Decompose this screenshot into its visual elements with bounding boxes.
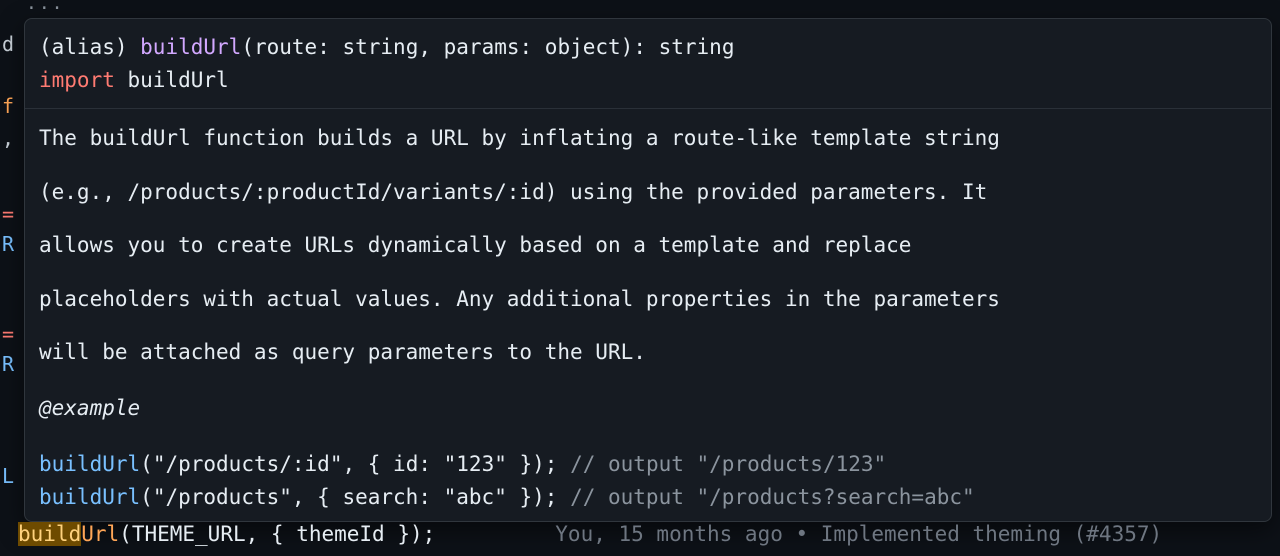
code-fn-rest: Url: [81, 522, 119, 546]
ex-val: "abc": [444, 485, 507, 509]
sig-colon: :: [317, 35, 342, 59]
code-arg1: THEME_URL: [132, 522, 246, 546]
ex-str: "/products": [153, 485, 292, 509]
gutter-char: R: [2, 348, 14, 380]
gutter-char: ,: [2, 122, 14, 154]
hover-tooltip[interactable]: (alias) buildUrl(route: string, params: …: [24, 18, 1272, 522]
example-tag: @example: [39, 393, 1257, 425]
sig-type-string: string: [342, 35, 418, 59]
sig-ret-colon: :: [633, 35, 658, 59]
gutter-char: =: [2, 318, 14, 350]
sig-type-object: object: [545, 35, 621, 59]
import-line: import buildUrl: [39, 64, 1257, 97]
sig-func-name: buildUrl: [140, 35, 241, 59]
code-fn-highlight: build: [18, 522, 81, 546]
code-arg2: themeId: [296, 522, 385, 546]
ex-comment: // output "/products?search=abc": [557, 485, 974, 509]
doc-line: will be attached as query parameters to …: [39, 337, 1257, 369]
doc-line: placeholders with actual values. Any add…: [39, 284, 1257, 316]
gutter-char: R: [2, 228, 14, 260]
ex-fn: buildUrl: [39, 452, 140, 476]
gutter-char: L: [2, 460, 14, 492]
example-line: buildUrl("/products/:id", { id: "123" })…: [39, 448, 1257, 481]
signature-line: (alias) buildUrl(route: string, params: …: [39, 31, 1257, 64]
sig-param-route: route: [254, 35, 317, 59]
sig-colon: :: [520, 35, 545, 59]
fold-indicator[interactable]: ···: [26, 0, 65, 19]
sig-ret-type: string: [659, 35, 735, 59]
ex-str: "/products/:id": [153, 452, 343, 476]
sig-paren-open: (: [241, 35, 254, 59]
sig-param-params: params: [444, 35, 520, 59]
doc-line: allows you to create URLs dynamically ba…: [39, 230, 1257, 262]
example-code: buildUrl("/products/:id", { id: "123" })…: [39, 448, 1257, 513]
ex-comment: // output "/products/123": [557, 452, 886, 476]
sig-paren-close: ): [621, 35, 634, 59]
doc-line: (e.g., /products/:productId/variants/:id…: [39, 177, 1257, 209]
ex-kv: :: [418, 452, 443, 476]
sig-sep: ,: [418, 35, 443, 59]
code-paren-open: (: [119, 522, 132, 546]
code-sep: , {: [246, 522, 297, 546]
ex-sep: , {: [292, 485, 343, 509]
gutter-char: f: [2, 90, 14, 122]
code-close: });: [385, 522, 436, 546]
ex-fn: buildUrl: [39, 485, 140, 509]
doc-block: The buildUrl function builds a URL by in…: [25, 109, 1271, 521]
gutter: d f , = R = R L: [0, 0, 18, 556]
ex-close: });: [507, 452, 558, 476]
ex-open: (: [140, 452, 153, 476]
import-keyword: import: [39, 68, 115, 92]
ex-close: });: [507, 485, 558, 509]
ex-kv: :: [418, 485, 443, 509]
ex-open: (: [140, 485, 153, 509]
editor-line[interactable]: buildUrl(THEME_URL, { themeId }); You, 15…: [18, 519, 1280, 551]
example-line: buildUrl("/products", { search: "abc" })…: [39, 481, 1257, 514]
ex-sep: , {: [342, 452, 393, 476]
sig-alias: (alias): [39, 35, 140, 59]
ex-val: "123": [444, 452, 507, 476]
ex-key: search: [342, 485, 418, 509]
gutter-char: =: [2, 198, 14, 230]
ex-key: id: [393, 452, 418, 476]
doc-line: The buildUrl function builds a URL by in…: [39, 123, 1257, 155]
import-name: buildUrl: [115, 68, 229, 92]
gutter-char: d: [2, 28, 14, 60]
git-blame-annotation[interactable]: You, 15 months ago • Implemented theming…: [555, 522, 1162, 546]
signature-block: (alias) buildUrl(route: string, params: …: [25, 19, 1271, 109]
editor-viewport: ··· d f , = R = R L (alias) buildUrl(rou…: [0, 0, 1280, 556]
